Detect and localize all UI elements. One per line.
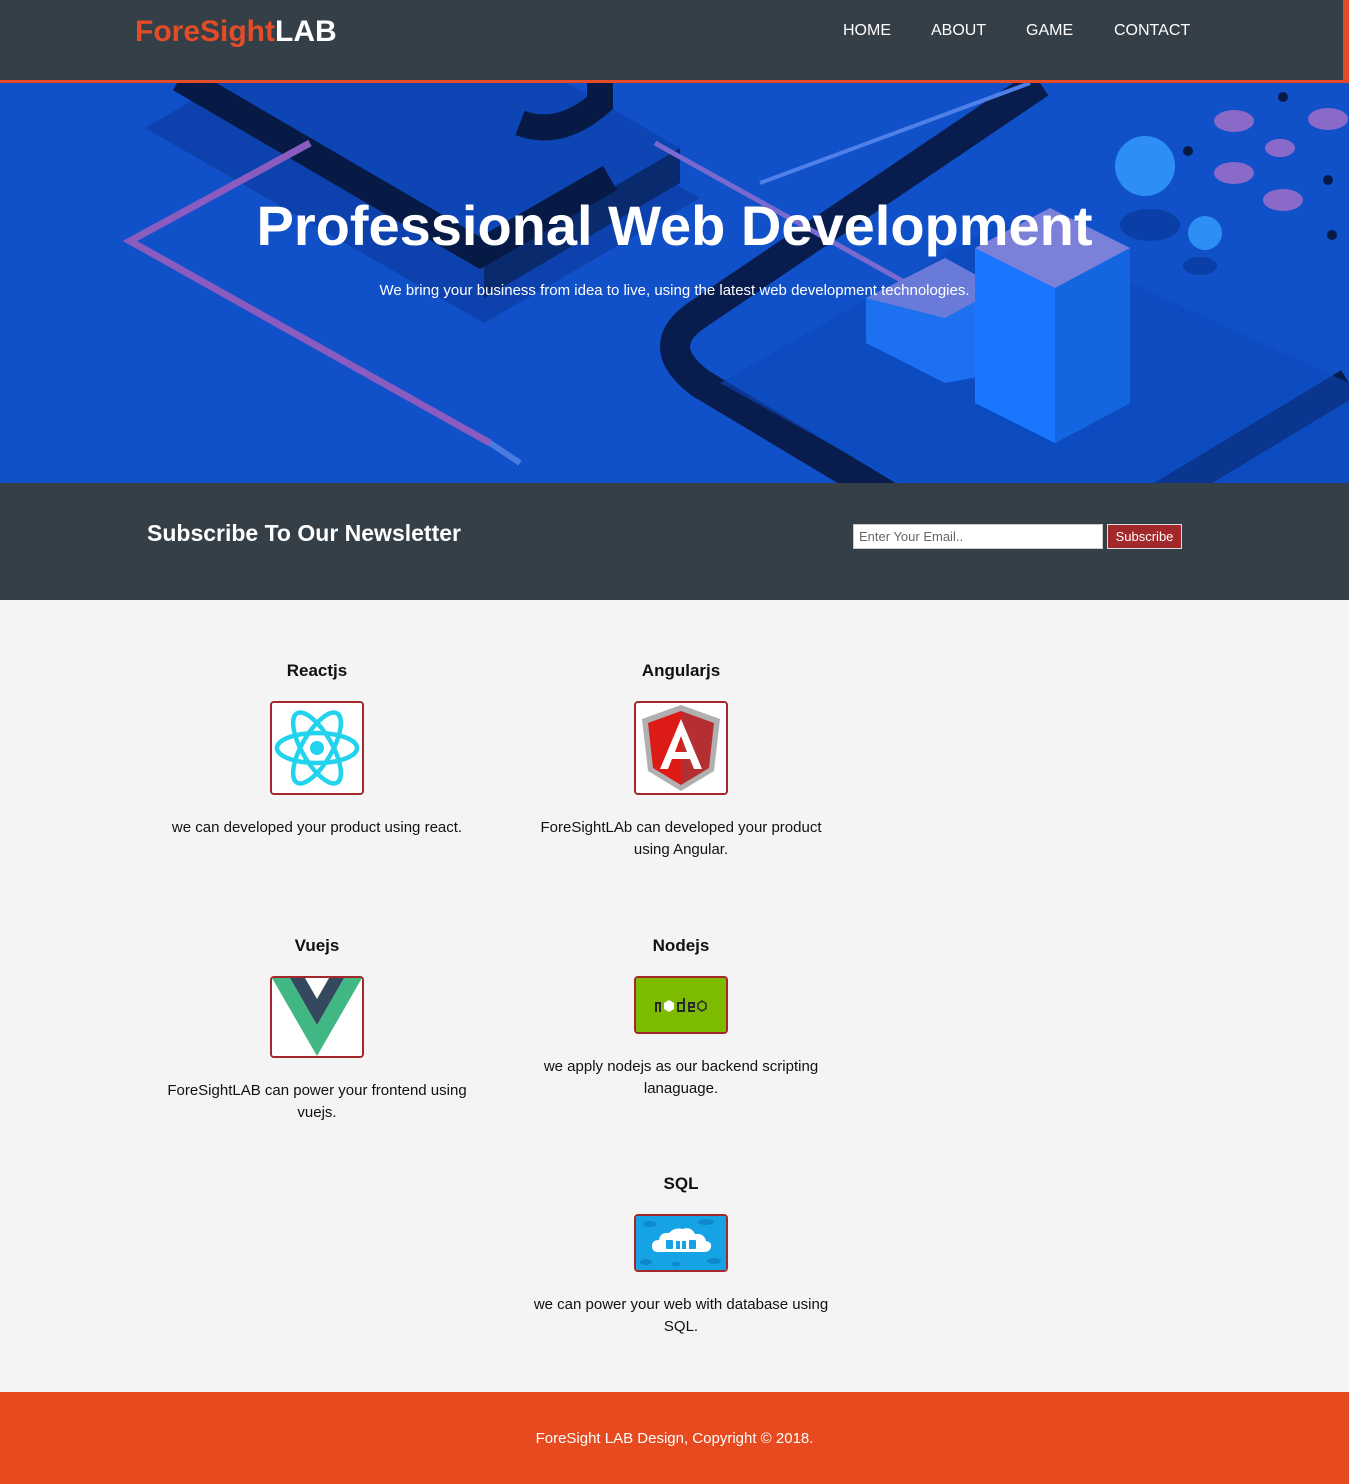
tech-title: Reactjs xyxy=(286,661,348,680)
subscribe-button[interactable]: Subscribe xyxy=(1107,524,1182,549)
nav-home-link[interactable]: HOME xyxy=(843,22,891,40)
tech-card-nodejs: Nodejs we apply nodejs as our backend sc… xyxy=(521,935,841,1100)
nav-contact-link[interactable]: CONTACT xyxy=(1114,22,1190,40)
hero-subtitle: We bring your business from idea to live… xyxy=(379,282,970,299)
site-footer: ForeSight LAB Design, Copyright © 2018. xyxy=(0,1392,1349,1484)
site-header: ForeSightLAB HOME ABOUT GAME CONTACT xyxy=(0,0,1349,83)
main-nav: HOME ABOUT GAME CONTACT xyxy=(0,22,1349,42)
tech-title: SQL xyxy=(663,1174,699,1193)
vue-icon xyxy=(270,976,364,1058)
tech-title: Nodejs xyxy=(652,936,710,955)
hero-banner: Professional Web Development We bring yo… xyxy=(0,83,1349,483)
tech-description: ForeSightLAb can developed your product … xyxy=(540,819,822,858)
tech-card-sql: SQL we can power your web with database … xyxy=(521,1173,841,1338)
tech-card-angular: Angularjs ForeSightLAb can developed you… xyxy=(521,660,841,861)
tech-card-react: Reactjs we can developed your product us… xyxy=(157,660,477,839)
footer-copyright: ForeSight LAB Design, Copyright © 2018. xyxy=(535,1430,814,1447)
angular-icon xyxy=(634,701,728,795)
tech-description: we can developed your product using reac… xyxy=(171,819,463,836)
nav-game-link[interactable]: GAME xyxy=(1026,22,1073,40)
sql-icon xyxy=(634,1214,728,1272)
tech-title: Angularjs xyxy=(641,661,721,680)
hero-title: Professional Web Development xyxy=(256,194,1093,257)
react-icon xyxy=(270,701,364,795)
tech-description: we can power your web with database usin… xyxy=(533,1296,829,1335)
nodejs-icon xyxy=(634,976,728,1034)
tech-description: we apply nodejs as our backend scripting… xyxy=(543,1058,819,1097)
newsletter-section: Subscribe To Our Newsletter Subscribe xyxy=(0,483,1349,600)
tech-description: ForeSightLAB can power your frontend usi… xyxy=(167,1082,467,1121)
newsletter-email-input[interactable] xyxy=(853,524,1103,549)
tech-title: Vuejs xyxy=(294,936,340,955)
tech-card-vue: Vuejs ForeSightLAB can power your fronte… xyxy=(157,935,477,1124)
nav-about-link[interactable]: ABOUT xyxy=(931,22,986,40)
newsletter-title: Subscribe To Our Newsletter xyxy=(147,520,461,546)
